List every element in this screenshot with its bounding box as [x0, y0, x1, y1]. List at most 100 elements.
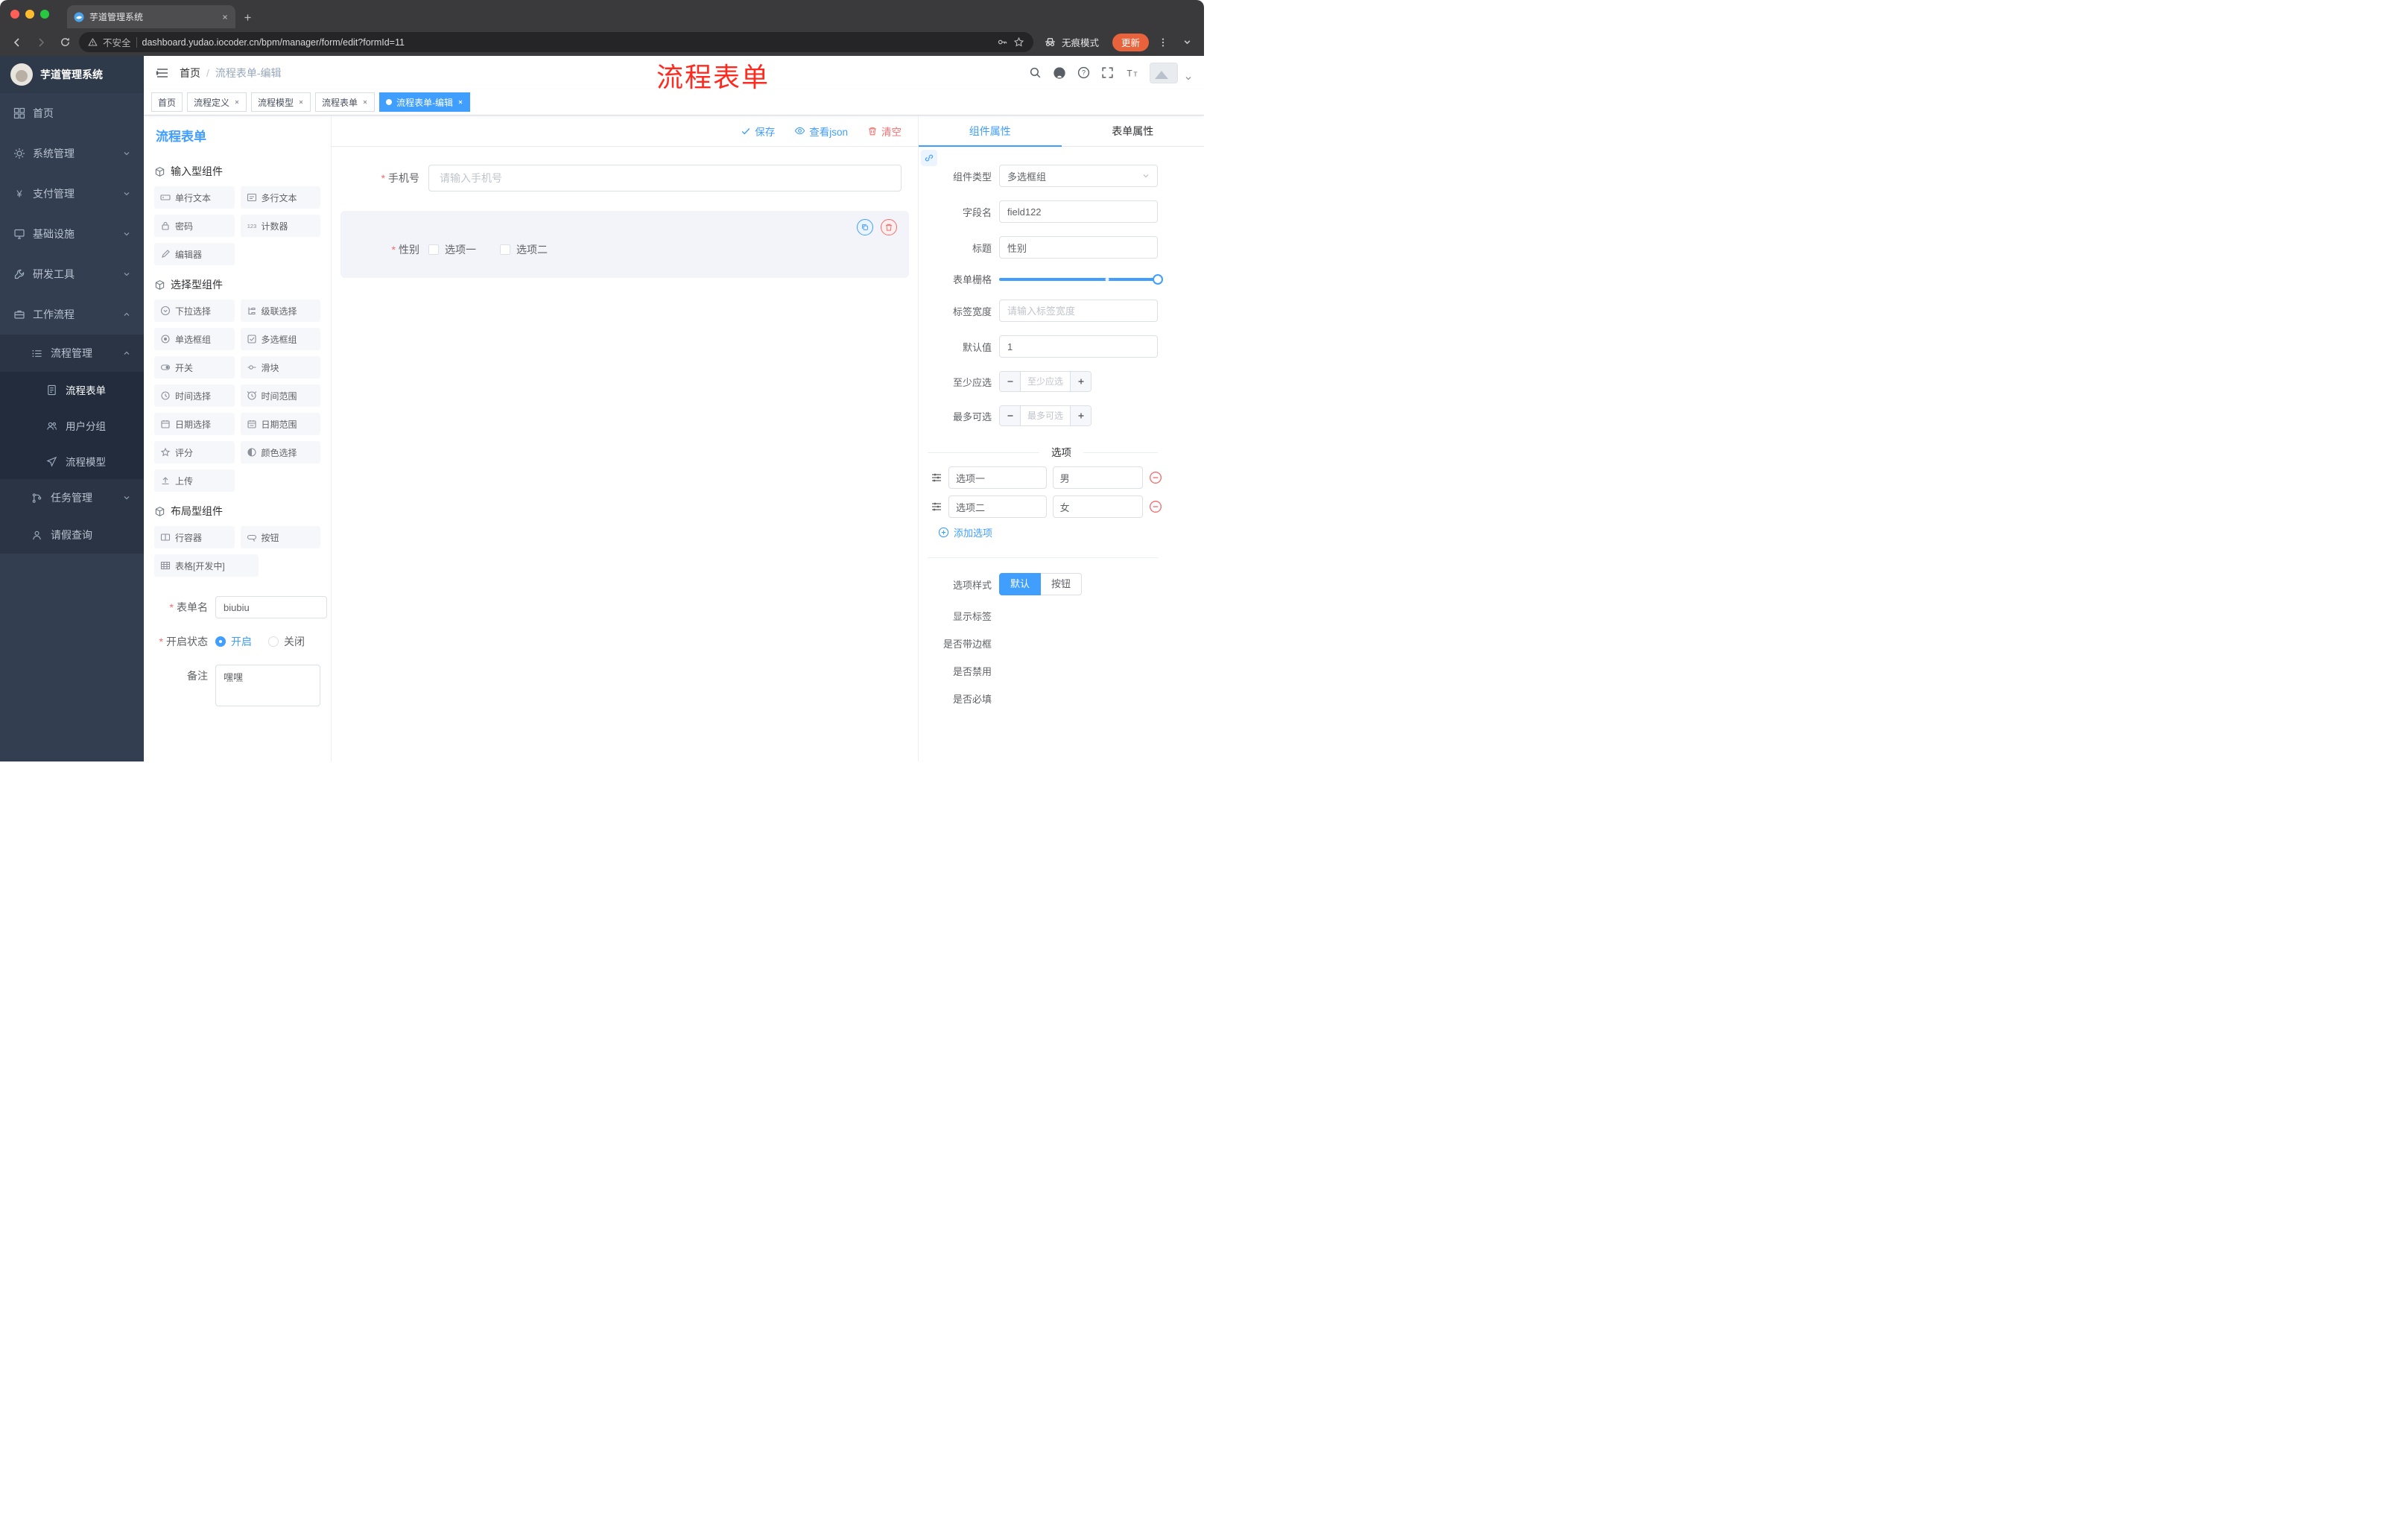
palette-item-switch[interactable]: 开关 — [154, 356, 235, 379]
user-avatar[interactable] — [1150, 62, 1178, 83]
view-json-button[interactable]: 查看json — [794, 124, 848, 139]
palette-item-table-dev[interactable]: 表格[开发中] — [154, 554, 259, 577]
tab-component-props[interactable]: 组件属性 — [919, 115, 1062, 147]
palette-item-color-picker[interactable]: 颜色选择 — [240, 441, 320, 463]
radio-status-off[interactable]: 关闭 — [268, 634, 305, 649]
palette-item-counter[interactable]: 123 计数器 — [240, 215, 320, 237]
sidebar-item-home[interactable]: 首页 — [0, 93, 144, 133]
remove-option-button[interactable] — [1149, 471, 1162, 484]
sidebar-item-user-group[interactable]: 用户分组 — [0, 408, 144, 443]
tab-close-icon[interactable] — [221, 13, 229, 21]
palette-item-single-text[interactable]: 单行文本 — [154, 186, 235, 209]
profile-chevron-icon[interactable] — [1177, 33, 1197, 52]
remove-option-button[interactable] — [1149, 500, 1162, 513]
link-icon[interactable] — [921, 150, 937, 166]
bookmark-star-icon[interactable] — [1013, 37, 1024, 48]
tag-process-definition[interactable]: 流程定义 — [187, 92, 247, 112]
update-button[interactable]: 更新 — [1112, 33, 1149, 51]
address-bar[interactable]: 不安全 dashboard.yudao.iocoder.cn/bpm/manag… — [79, 32, 1033, 52]
reload-icon[interactable] — [55, 33, 75, 52]
delete-component-button[interactable] — [881, 219, 897, 235]
tag-close-icon[interactable] — [362, 99, 368, 105]
palette-item-select[interactable]: 下拉选择 — [154, 300, 235, 322]
sidebar-item-process-form[interactable]: 流程表单 — [0, 372, 144, 408]
palette-item-slider[interactable]: 滑块 — [240, 356, 320, 379]
clear-button[interactable]: 清空 — [867, 124, 902, 139]
phone-input[interactable] — [428, 165, 902, 191]
palette-item-upload[interactable]: 上传 — [154, 469, 235, 492]
tag-close-icon[interactable] — [298, 99, 304, 105]
sidebar-item-leave-query[interactable]: 请假查询 — [0, 516, 144, 554]
palette-item-time-range[interactable]: 时间范围 — [240, 384, 320, 407]
checkbox-option-2[interactable]: 选项二 — [500, 242, 548, 257]
sidebar-item-process-mgmt[interactable]: 流程管理 — [0, 335, 144, 372]
browser-tab[interactable]: 芋道管理系统 — [67, 5, 235, 28]
browser-menu-icon[interactable] — [1153, 33, 1173, 52]
add-option-button[interactable]: 添加选项 — [919, 525, 1204, 539]
form-remark-textarea[interactable]: 嘿嘿 — [215, 665, 320, 706]
palette-item-editor[interactable]: 编辑器 — [154, 243, 235, 265]
palette-item-date-picker[interactable]: 日期选择 — [154, 413, 235, 435]
password-key-icon[interactable] — [997, 37, 1008, 48]
forward-icon[interactable] — [31, 33, 51, 52]
title-input[interactable] — [999, 236, 1158, 259]
style-default-button[interactable]: 默认 — [999, 573, 1042, 595]
style-button-button[interactable]: 按钮 — [1041, 573, 1083, 595]
max-select-input[interactable] — [1021, 406, 1070, 425]
avatar-caret-icon[interactable] — [1185, 75, 1192, 82]
component-type-select[interactable]: 多选框组 — [999, 165, 1158, 187]
tag-close-icon[interactable] — [234, 99, 240, 105]
checkbox-option-1[interactable]: 选项一 — [428, 242, 476, 257]
tag-close-icon[interactable] — [457, 99, 463, 105]
decrease-button[interactable] — [1000, 406, 1021, 425]
palette-item-rate[interactable]: 评分 — [154, 441, 235, 463]
slider-handle[interactable] — [1153, 273, 1163, 285]
decrease-button[interactable] — [1000, 372, 1021, 391]
tag-home[interactable]: 首页 — [151, 92, 183, 112]
palette-item-radio-group[interactable]: 单选框组 — [154, 328, 235, 350]
close-window-button[interactable] — [10, 10, 19, 19]
drag-handle-icon[interactable] — [931, 501, 942, 513]
sidebar-item-workflow[interactable]: 工作流程 — [0, 294, 144, 335]
palette-item-multi-text[interactable]: 多行文本 — [240, 186, 320, 209]
sidebar-item-payment[interactable]: ¥ 支付管理 — [0, 174, 144, 214]
option-label-input[interactable] — [948, 466, 1047, 489]
default-value-input[interactable] — [999, 335, 1158, 358]
palette-item-button[interactable]: 按钮 — [240, 526, 320, 548]
help-icon[interactable]: ? — [1077, 66, 1090, 79]
option-value-input[interactable] — [1052, 495, 1143, 518]
sidebar-item-devtools[interactable]: 研发工具 — [0, 254, 144, 294]
option-label-input[interactable] — [948, 495, 1047, 518]
back-icon[interactable] — [7, 33, 27, 52]
breadcrumb-home[interactable]: 首页 — [180, 66, 200, 80]
increase-button[interactable] — [1070, 372, 1091, 391]
drag-handle-icon[interactable] — [931, 472, 942, 484]
collapse-sidebar-icon[interactable] — [156, 66, 169, 80]
canvas-field-gender-selected[interactable]: 性别 选项一 选项二 — [340, 211, 909, 278]
fullscreen-icon[interactable] — [1101, 66, 1114, 79]
save-button[interactable]: 保存 — [741, 124, 775, 139]
minimize-window-button[interactable] — [25, 10, 34, 19]
form-grid-slider[interactable] — [999, 273, 1163, 285]
search-icon[interactable] — [1029, 66, 1042, 79]
form-name-input[interactable] — [215, 596, 327, 618]
min-select-input[interactable] — [1021, 372, 1070, 391]
sidebar-item-task-mgmt[interactable]: 任务管理 — [0, 479, 144, 516]
palette-item-checkbox-group[interactable]: 多选框组 — [240, 328, 320, 350]
option-value-input[interactable] — [1052, 466, 1143, 489]
github-icon[interactable] — [1053, 66, 1066, 80]
sidebar-item-system[interactable]: 系统管理 — [0, 133, 144, 174]
copy-component-button[interactable] — [857, 219, 873, 235]
new-tab-button[interactable] — [243, 13, 253, 22]
radio-status-on[interactable]: 开启 — [215, 634, 252, 649]
tag-process-form-edit[interactable]: 流程表单-编辑 — [379, 92, 471, 112]
tag-process-form[interactable]: 流程表单 — [315, 92, 376, 112]
sidebar-item-infra[interactable]: 基础设施 — [0, 214, 144, 254]
tab-form-props[interactable]: 表单属性 — [1062, 115, 1205, 146]
tag-process-model[interactable]: 流程模型 — [251, 92, 311, 112]
palette-item-password[interactable]: 密码 — [154, 215, 235, 237]
field-name-input[interactable] — [999, 200, 1158, 223]
zoom-window-button[interactable] — [40, 10, 49, 19]
palette-item-time-picker[interactable]: 时间选择 — [154, 384, 235, 407]
label-width-input[interactable] — [999, 300, 1158, 322]
